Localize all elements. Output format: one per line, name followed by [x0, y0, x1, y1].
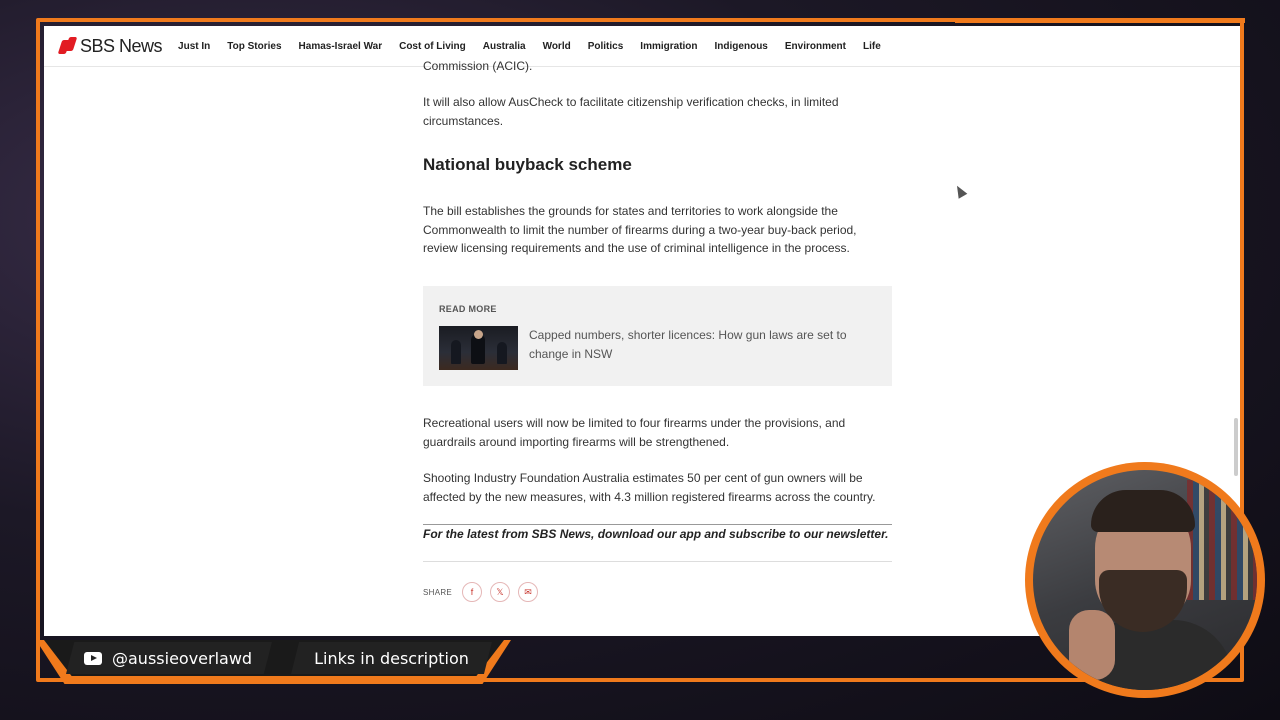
nav-item-world[interactable]: World [543, 41, 571, 52]
youtube-icon [84, 651, 102, 665]
read-more-label: READ MORE [439, 304, 497, 314]
sbs-logo[interactable]: SBS News [58, 35, 163, 57]
newsletter-note[interactable]: For the latest from SBS News, download o… [423, 527, 888, 541]
email-icon[interactable]: ✉ [518, 582, 539, 602]
thumbnail-figure [451, 340, 461, 364]
paragraph-recreational: Recreational users will now be limited t… [423, 416, 846, 449]
nav-item-australia[interactable]: Australia [483, 41, 526, 52]
read-more-card[interactable]: READ MORE Capped numbers, shorter licenc… [423, 286, 892, 386]
nav-item-immigration[interactable]: Immigration [640, 41, 697, 52]
sbs-logo-icon [58, 36, 78, 56]
nav-item-indigenous[interactable]: Indigenous [715, 41, 768, 52]
section-heading: National buyback scheme [423, 155, 632, 174]
nav-item-life[interactable]: Life [863, 41, 881, 52]
nav-item-politics[interactable]: Politics [588, 41, 624, 52]
thumbnail-figure [474, 330, 483, 339]
nav-item-top-stories[interactable]: Top Stories [227, 41, 281, 52]
nav-item-hamas-israel-war[interactable]: Hamas-Israel War [299, 41, 383, 52]
paragraph-commission: Commission (ACIC). [423, 59, 533, 73]
facebook-icon[interactable]: f [462, 582, 483, 602]
mouse-cursor-icon [952, 183, 968, 199]
youtube-handle-chip: @aussieoverlawd [66, 642, 272, 674]
paragraph-shooting-industry: Shooting Industry Foundation Australia e… [423, 471, 876, 504]
share-bar: SHARE f 𝕏 ✉ [423, 582, 546, 602]
nav-item-environment[interactable]: Environment [785, 41, 846, 52]
x-icon[interactable]: 𝕏 [490, 582, 511, 602]
youtube-handle: @aussieoverlawd [112, 648, 253, 668]
links-chip: Links in description [291, 642, 492, 674]
paragraph-auscheck: It will also allow AusCheck to facilitat… [423, 95, 839, 128]
read-more-link[interactable]: Capped numbers, shorter licences: How gu… [529, 326, 869, 363]
share-label: SHARE [423, 587, 453, 597]
nav-item-just-in[interactable]: Just In [178, 41, 210, 52]
stream-frame-accent [955, 18, 1245, 23]
webcam-feed [1033, 470, 1257, 690]
thumbnail-figure [497, 342, 507, 364]
presenter-hand [1069, 610, 1115, 680]
divider [423, 561, 892, 562]
divider [423, 524, 892, 525]
read-more-thumbnail[interactable] [439, 326, 518, 370]
scrollbar-thumb[interactable] [1234, 418, 1238, 476]
nav-item-cost-of-living[interactable]: Cost of Living [399, 41, 466, 52]
presenter-hair [1091, 490, 1195, 532]
bookshelf [1187, 480, 1257, 600]
logo-text: SBS News [80, 35, 163, 56]
paragraph-bill: The bill establishes the grounds for sta… [423, 204, 857, 255]
links-text: Links in description [314, 648, 469, 668]
